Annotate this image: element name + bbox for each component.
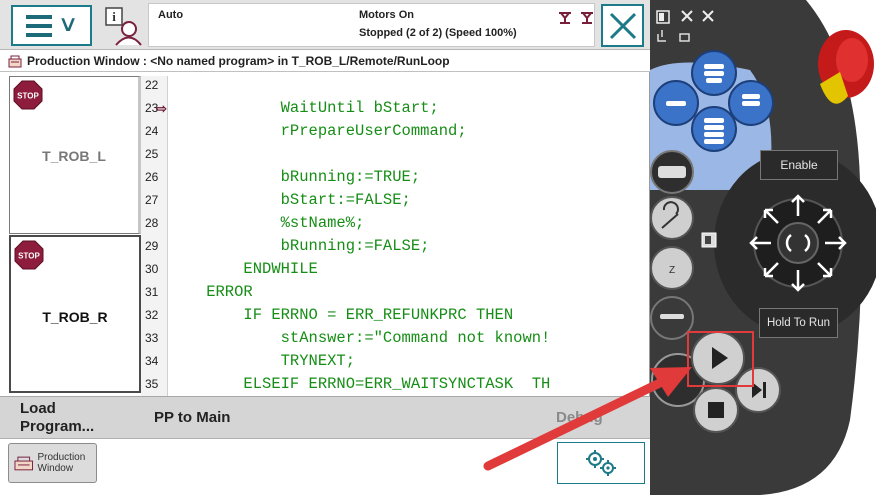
line-number: 28 xyxy=(145,216,159,230)
code-line[interactable]: ELSEIF ERRNO=ERR_WAITSYNCTASK TH xyxy=(169,375,550,393)
svg-text:i: i xyxy=(112,9,116,24)
line-number: 34 xyxy=(145,354,159,368)
line-number: 35 xyxy=(145,377,159,391)
run-status: Stopped (2 of 2) (Speed 100%) xyxy=(359,27,517,39)
code-line[interactable]: TRYNEXT; xyxy=(169,352,355,370)
debug-button[interactable]: Debug xyxy=(556,409,603,426)
pp-to-main-button[interactable]: PP to Main xyxy=(154,409,230,426)
production-window-tab[interactable]: Production Window xyxy=(8,443,97,483)
line-number: 27 xyxy=(145,193,159,207)
line-number: 31 xyxy=(145,285,159,299)
line-number: 22 xyxy=(145,78,159,92)
close-icon xyxy=(609,12,636,39)
code-editor[interactable]: WaitUntil bStart; rPrepareUserCommand; b… xyxy=(169,76,649,396)
code-line[interactable]: stAnswer:="Command not known! xyxy=(169,329,551,347)
hamburger-icon xyxy=(26,14,53,37)
close-button[interactable] xyxy=(601,4,644,47)
code-line[interactable]: IF ERRNO = ERR_REFUNKPRC THEN xyxy=(169,306,513,324)
code-line[interactable]: ENDWHILE xyxy=(169,260,317,278)
taskbar: Production Window xyxy=(0,438,650,495)
operator-info-icon[interactable]: i xyxy=(104,6,142,46)
top-bar: ∨ i Auto Motors On Stopped (2 of 2) (Spe… xyxy=(0,0,650,50)
code-line[interactable]: rPrepareUserCommand; xyxy=(169,122,467,140)
production-window-tab-label: Production Window xyxy=(37,452,86,474)
line-number-gutter: 22 23 24 25 26 27 28 29 30 31 32 33 34 35 xyxy=(141,76,168,396)
production-window-icon xyxy=(8,55,22,67)
motors-status: Motors On xyxy=(359,9,414,21)
task-name: T_ROB_L xyxy=(42,148,106,164)
code-line[interactable]: WaitUntil bStart; xyxy=(169,99,439,117)
flexpendant-screen: ∨ i Auto Motors On Stopped (2 of 2) (Spe… xyxy=(0,0,650,495)
quickset-button[interactable] xyxy=(557,442,645,484)
pendant-hardware: Z xyxy=(650,0,876,495)
gears-icon xyxy=(586,450,616,476)
svg-text:STOP: STOP xyxy=(18,252,40,261)
load-program-button[interactable]: Load Program... xyxy=(20,400,120,436)
hold-to-run-button[interactable]: Hold To Run xyxy=(759,308,838,338)
bottom-toolbar: Load Program... PP to Main Debug xyxy=(0,396,650,438)
task-panel-t-rob-l[interactable]: STOP T_ROB_L xyxy=(9,76,141,234)
screenshot-root: ∨ i Auto Motors On Stopped (2 of 2) (Spe… xyxy=(0,0,876,495)
line-number: 25 xyxy=(145,147,159,161)
start-button-highlight xyxy=(687,331,754,387)
line-number: 32 xyxy=(145,308,159,322)
mechanical-unit-icons xyxy=(557,11,599,28)
status-area[interactable]: Auto Motors On Stopped (2 of 2) (Speed 1… xyxy=(148,3,595,47)
task-name: T_ROB_R xyxy=(42,309,108,325)
line-number: 33 xyxy=(145,331,159,345)
enable-button[interactable]: Enable xyxy=(760,150,838,180)
main-menu-button[interactable]: ∨ xyxy=(11,5,92,46)
svg-text:STOP: STOP xyxy=(17,92,39,101)
svg-text:Z: Z xyxy=(669,265,675,276)
production-window-icon xyxy=(14,456,34,471)
line-number: 26 xyxy=(145,170,159,184)
stop-sign-icon: STOP xyxy=(13,80,43,110)
code-line[interactable]: bRunning:=FALSE; xyxy=(169,237,430,255)
stop-sign-icon: STOP xyxy=(14,240,44,270)
code-line[interactable]: %stName%; xyxy=(169,214,365,232)
chevron-down-icon: ∨ xyxy=(58,12,79,37)
operating-mode: Auto xyxy=(158,9,184,21)
line-number: 30 xyxy=(145,262,159,276)
line-number: 29 xyxy=(145,239,159,253)
pendant-body: Z xyxy=(650,0,876,495)
window-title: Production Window : <No named program> i… xyxy=(27,53,450,68)
line-number: 24 xyxy=(145,124,159,138)
program-pointer-icon: ⇨ xyxy=(156,101,167,116)
code-line[interactable]: bRunning:=TRUE; xyxy=(169,168,421,186)
code-line[interactable]: bStart:=FALSE; xyxy=(169,191,411,209)
task-panel-t-rob-r[interactable]: STOP T_ROB_R xyxy=(9,235,141,393)
code-line[interactable]: ERROR xyxy=(169,283,253,301)
window-title-bar: Production Window : <No named program> i… xyxy=(0,50,650,72)
